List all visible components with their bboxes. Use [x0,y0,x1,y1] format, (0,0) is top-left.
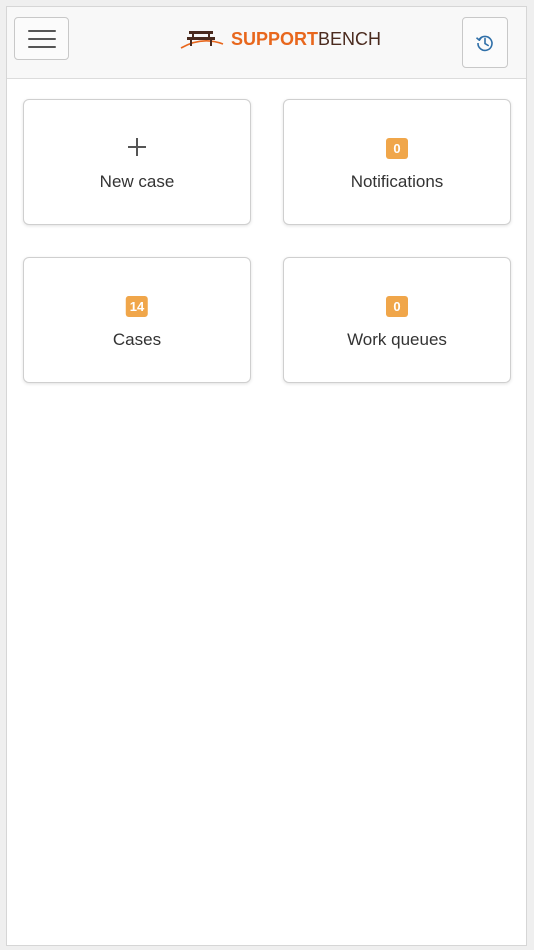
hamburger-menu-icon [28,30,56,32]
app-frame: SUPPORTBENCH New case 0 Notifications 14… [6,6,527,946]
bench-icon [180,31,224,49]
top-header: SUPPORTBENCH [7,7,526,79]
history-button[interactable] [462,17,508,68]
supportbench-logo: SUPPORTBENCH [179,25,381,53]
work-queues-tile[interactable]: 0 Work queues [283,257,511,383]
cases-count-badge: 14 [125,296,149,317]
history-icon [475,35,493,51]
cases-tile[interactable]: 14 Cases [23,257,251,383]
plus-icon [128,138,146,156]
logo-text-support: SUPPORT [231,28,319,49]
notifications-count-badge: 0 [386,138,408,159]
notifications-label: Notifications [350,172,444,191]
work-queues-count-badge: 0 [386,296,408,317]
new-case-tile[interactable]: New case [23,99,251,225]
work-queues-label: Work queues [347,330,447,349]
hamburger-menu-icon-line [28,46,56,48]
cases-label: Cases [112,330,162,349]
menu-button[interactable] [14,17,69,60]
new-case-label: New case [99,172,175,191]
hamburger-menu-icon-line [28,38,56,40]
logo-text: SUPPORTBENCH [231,29,381,50]
logo-text-bench: BENCH [318,28,382,49]
notifications-tile[interactable]: 0 Notifications [283,99,511,225]
